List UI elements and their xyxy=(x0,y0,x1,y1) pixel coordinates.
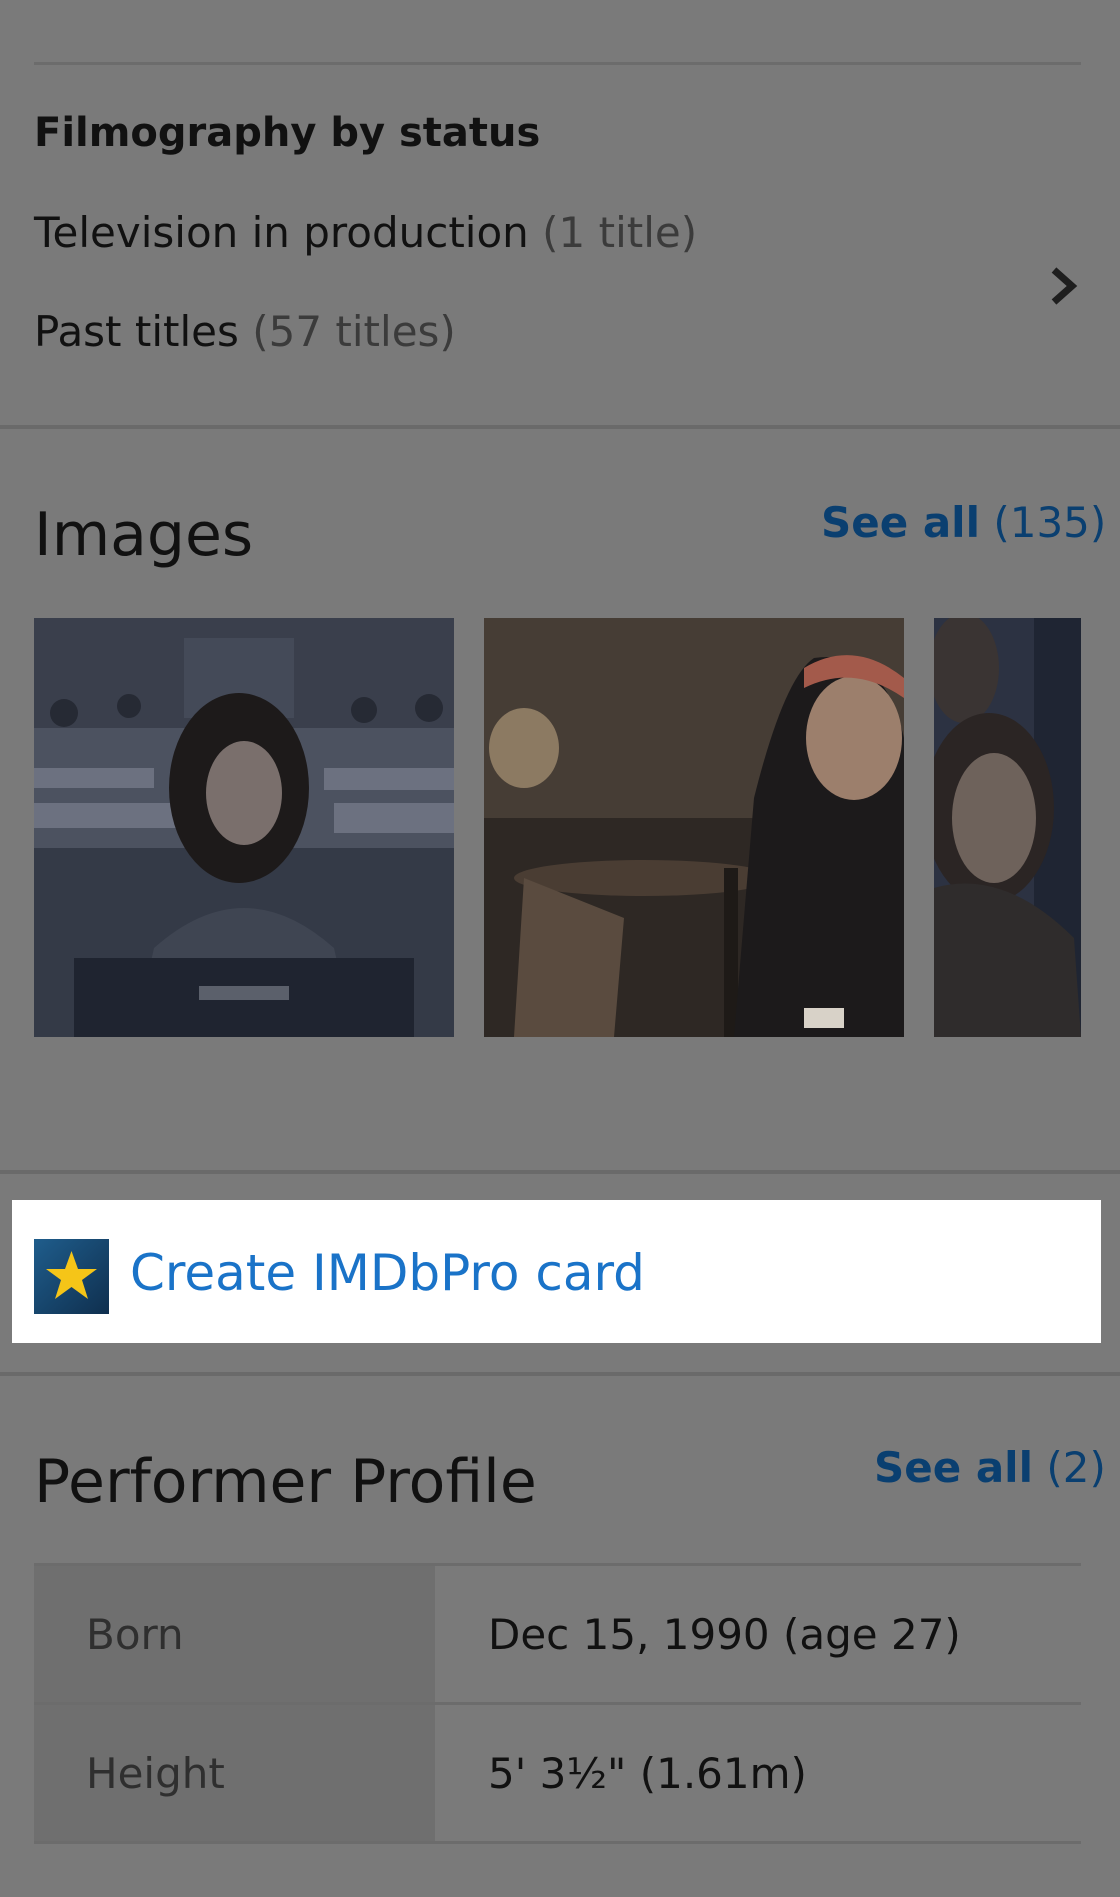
chevron-right-icon[interactable] xyxy=(1046,262,1080,310)
profile-key: Height xyxy=(86,1749,225,1798)
filmography-row-count: (1 title) xyxy=(542,208,698,257)
create-imdbpro-card-button[interactable]: Create IMDbPro card xyxy=(12,1200,1101,1343)
profile-row-born: Born Dec 15, 1990 (age 27) xyxy=(34,1566,1081,1705)
images-title: Images xyxy=(34,500,254,570)
image-thumbnail-3[interactable] xyxy=(934,618,1081,1037)
profile-key: Born xyxy=(86,1610,184,1659)
section-divider xyxy=(0,425,1120,429)
profile-key-cell: Born xyxy=(34,1566,435,1702)
profile-key-cell: Height xyxy=(34,1705,435,1841)
filmography-row-past-titles[interactable]: Past titles (57 titles) xyxy=(34,307,456,356)
divider xyxy=(34,62,1081,65)
image-thumbnail-1[interactable] xyxy=(34,618,454,1037)
see-all-count: (135) xyxy=(993,498,1107,547)
performer-profile-table: Born Dec 15, 1990 (age 27) Height 5' 3½"… xyxy=(34,1566,1081,1844)
see-all-label: See all xyxy=(874,1443,1033,1492)
profile-value: Dec 15, 1990 (age 27) xyxy=(488,1610,961,1659)
filmography-row-label: Past titles xyxy=(34,307,239,356)
filmography-row-label: Television in production xyxy=(34,208,529,257)
section-divider xyxy=(0,1372,1120,1376)
see-all-count: (2) xyxy=(1046,1443,1106,1492)
filmography-title: Filmography by status xyxy=(34,110,541,156)
star-logo-icon xyxy=(34,1239,109,1314)
performer-profile-title: Performer Profile xyxy=(34,1447,537,1517)
profile-see-all-link[interactable]: See all (2) xyxy=(874,1443,1106,1492)
previous-section-cutoff xyxy=(34,0,46,16)
see-all-label: See all xyxy=(821,498,980,547)
profile-value: 5' 3½" (1.61m) xyxy=(488,1749,807,1798)
images-see-all-link[interactable]: See all (135) xyxy=(821,498,1106,547)
filmography-row-in-production[interactable]: Television in production (1 title) xyxy=(34,208,697,257)
image-thumbnail-2[interactable] xyxy=(484,618,904,1037)
profile-row-height: Height 5' 3½" (1.61m) xyxy=(34,1705,1081,1844)
section-divider xyxy=(0,1170,1120,1174)
filmography-row-count: (57 titles) xyxy=(252,307,456,356)
create-imdbpro-card-label: Create IMDbPro card xyxy=(130,1244,645,1302)
